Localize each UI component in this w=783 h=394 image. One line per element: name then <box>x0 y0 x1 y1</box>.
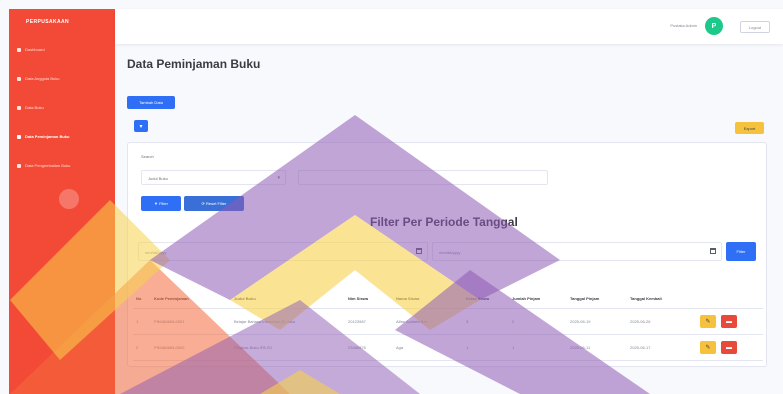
sidebar-item-label: Data Anggota Buku <box>25 76 60 81</box>
table-header: No Kode Peminjaman Judul Buku Nim Siswa … <box>133 288 763 309</box>
edit-icon: ✎ <box>705 345 711 351</box>
date-filter-button[interactable]: Filter <box>726 242 756 261</box>
column-header[interactable]: Tanggal Kembali <box>627 296 697 301</box>
column-header[interactable]: Tanggal Pinjam <box>567 296 627 301</box>
reset-filter-button[interactable]: ⟳ Reset Filter <box>184 196 244 211</box>
trash-icon: ▬ <box>726 318 732 325</box>
table-cell: 20123987 <box>348 319 366 324</box>
table-cell: 1 <box>466 345 469 350</box>
avatar[interactable]: P <box>705 17 723 35</box>
edit-button[interactable]: ✎ <box>700 315 716 328</box>
table-cell: Belajar Bahasa Indonesia (3) Jaka <box>234 319 296 324</box>
date-from-input[interactable]: mm/dd/yyyy <box>138 242 428 261</box>
sidebar-toggle-button[interactable] <box>59 189 79 209</box>
table-cell: PINJAMAN-0002 <box>154 345 185 350</box>
users-icon <box>17 76 21 81</box>
table-cell: Alfan Auliarta Bar <box>396 319 427 324</box>
sidebar: PERPUSAKAAN Dashboard Data Anggota Buku … <box>9 9 115 394</box>
sidebar-item-label: Data Pengembalian Buku <box>25 163 71 168</box>
edit-icon: ✎ <box>705 319 711 325</box>
filter-button-label: Filter <box>159 201 168 206</box>
filter-button[interactable]: ▼ Filter <box>141 196 181 211</box>
table-cell: 1 <box>136 319 139 324</box>
sidebar-item-label: Data Buku <box>25 105 44 110</box>
row-actions: ✎ ▬ <box>697 341 763 354</box>
table-cell: 2025-06-11 <box>570 345 591 350</box>
sidebar-item-pengembalian[interactable]: Data Pengembalian Buku <box>9 151 115 180</box>
sidebar-item-label: Dashboard <box>25 47 45 52</box>
table-cell: PINJAMAN-0001 <box>154 319 185 324</box>
column-header[interactable]: Nama Siswa <box>393 296 463 301</box>
column-header[interactable]: Nim Siswa <box>345 296 393 301</box>
delete-button[interactable]: ▬ <box>721 341 737 354</box>
loans-table: No Kode Peminjaman Judul Buku Nim Siswa … <box>133 288 763 361</box>
add-data-button[interactable]: Tambah Data <box>127 96 175 109</box>
sidebar-item-peminjaman[interactable]: Data Peminjaman Buku <box>9 122 115 151</box>
table-cell: 3 <box>466 319 469 324</box>
date-to-placeholder: mm/dd/yyyy <box>439 250 461 255</box>
chevron-down-icon: ▾ <box>139 123 143 130</box>
table-cell: 2025-06-26 <box>630 319 651 324</box>
return-icon <box>17 163 21 168</box>
dashboard-icon <box>17 47 21 52</box>
chevron-down-icon: ▾ <box>277 175 280 181</box>
search-input[interactable] <box>298 170 548 185</box>
search-field-select[interactable]: Judul Buku ▾ <box>141 170 286 185</box>
delete-button[interactable]: ▬ <box>721 315 737 328</box>
sidebar-item-anggota[interactable]: Data Anggota Buku <box>9 64 115 93</box>
column-header[interactable]: No <box>133 296 151 301</box>
filter-toggle-button[interactable]: ▾ <box>134 120 148 132</box>
sidebar-item-buku[interactable]: Data Buku <box>9 93 115 122</box>
list-icon <box>17 134 21 139</box>
page-title: Data Peminjaman Buku <box>127 57 261 71</box>
book-icon <box>17 105 21 110</box>
table-cell: 2025-06-19 <box>570 319 591 324</box>
topbar: Pustaka Admin P Logout <box>115 9 783 44</box>
calendar-icon[interactable] <box>416 248 422 254</box>
column-header[interactable]: Kelas Siswa <box>463 296 509 301</box>
sidebar-brand[interactable]: PERPUSAKAAN <box>9 9 115 35</box>
date-from-placeholder: mm/dd/yyyy <box>145 250 167 255</box>
column-header[interactable]: Kode Peminjaman <box>151 296 231 301</box>
date-to-input[interactable]: mm/dd/yyyy <box>432 242 722 261</box>
select-value: Judul Buku <box>148 176 168 181</box>
table-cell: Ringkas Buku IPA 2G <box>234 345 273 350</box>
table-cell: 1 <box>512 345 515 350</box>
calendar-icon[interactable] <box>710 248 716 254</box>
reset-button-label: Reset Filter <box>206 201 227 206</box>
column-header[interactable]: Judul Buku <box>231 296 345 301</box>
table-cell: 2 <box>512 319 515 324</box>
row-actions: ✎ ▬ <box>697 315 763 328</box>
edit-button[interactable]: ✎ <box>700 341 716 354</box>
column-header[interactable]: Jumlah Pinjam <box>509 296 567 301</box>
sidebar-item-label: Data Peminjaman Buku <box>25 134 70 139</box>
search-label: Search <box>141 154 154 159</box>
user-name[interactable]: Pustaka Admin <box>670 23 697 28</box>
table-cell: 23486876 <box>348 345 366 350</box>
logout-button[interactable]: Logout <box>740 21 770 33</box>
table-cell: Aga <box>396 345 404 350</box>
table-cell: 2 <box>136 345 139 350</box>
period-filter-title: Filter Per Periode Tanggal <box>370 215 518 229</box>
trash-icon: ▬ <box>726 344 732 351</box>
table-cell: 2025-06-17 <box>630 345 651 350</box>
table-row: 1 PINJAMAN-0001 Belajar Bahasa Indonesia… <box>133 309 763 335</box>
sidebar-item-dashboard[interactable]: Dashboard <box>9 35 115 64</box>
table-row: 2 PINJAMAN-0002 Ringkas Buku IPA 2G 2348… <box>133 335 763 361</box>
export-button[interactable]: Export <box>735 122 764 134</box>
